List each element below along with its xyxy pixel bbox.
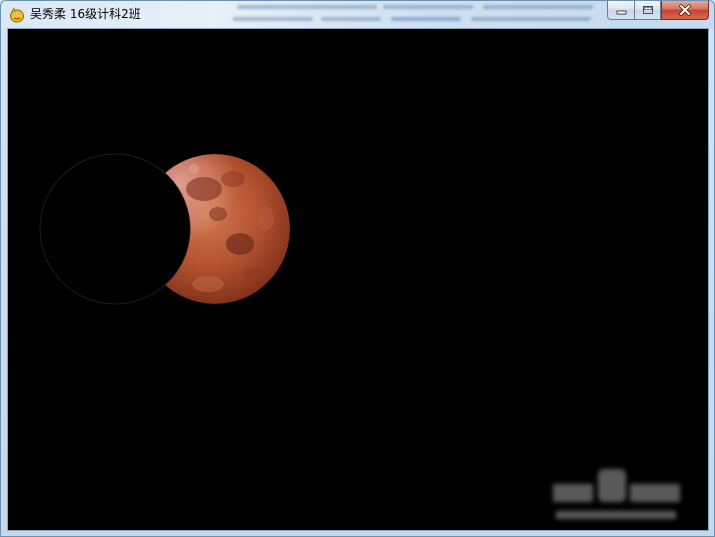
- close-icon: [679, 4, 691, 16]
- title-bar[interactable]: 吴秀柔 16级计科2班: [1, 1, 714, 29]
- close-button[interactable]: [661, 1, 709, 20]
- minimize-button[interactable]: [607, 1, 634, 20]
- maximize-button[interactable]: [634, 1, 661, 20]
- minimize-icon: [616, 10, 626, 15]
- window-title: 吴秀柔 16级计科2班: [30, 7, 141, 21]
- background-glass-blur: [233, 1, 603, 29]
- earth-shadow: [39, 153, 191, 305]
- pygame-snake-icon[interactable]: [9, 7, 25, 23]
- game-canvas[interactable]: [8, 29, 708, 530]
- eclipse-scene: [39, 153, 290, 305]
- maximize-icon: [642, 6, 653, 14]
- caption-buttons: [607, 1, 709, 20]
- app-window: 吴秀柔 16级计科2班: [0, 0, 715, 537]
